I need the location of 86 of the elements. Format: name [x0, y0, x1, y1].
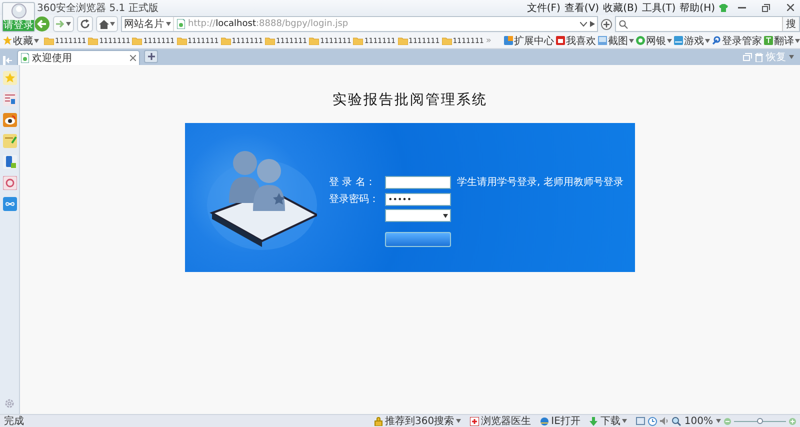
dropdown-icon[interactable]: [580, 22, 587, 26]
newspaper-icon[interactable]: [2, 92, 16, 106]
password-label: 登录密码：: [329, 192, 379, 206]
status-button[interactable]: 下载: [600, 414, 620, 427]
key-icon[interactable]: [712, 36, 721, 45]
menu-item[interactable]: 收藏(B): [603, 0, 638, 14]
toolbar-item[interactable]: 翻译: [774, 34, 794, 48]
medical-kit-icon[interactable]: [470, 416, 480, 426]
sidebar-toggle-icon[interactable]: [3, 56, 13, 65]
home-button[interactable]: [96, 16, 118, 32]
tab-title: 欢迎使用: [32, 52, 72, 65]
site-card-button[interactable]: 网站名片: [124, 17, 164, 31]
login-button[interactable]: [385, 232, 451, 247]
page-icon: [177, 19, 185, 29]
search-field[interactable]: 搜: [615, 16, 800, 32]
login-hint: 学生请用学号登录, 老师用教师号登录: [457, 176, 624, 189]
menu-item[interactable]: 帮助(H): [680, 0, 715, 14]
toolbar-item[interactable]: 扩展中心: [514, 34, 554, 48]
status-button[interactable]: IE打开: [551, 414, 580, 427]
page-heading: 实验报告批阅管理系统: [332, 91, 488, 109]
password-field[interactable]: •••••: [385, 192, 451, 206]
star-icon[interactable]: [2, 71, 16, 85]
status-text: 完成: [4, 414, 24, 427]
settings-icon[interactable]: [5, 399, 14, 408]
restore-icon[interactable]: [762, 4, 770, 12]
menu-item[interactable]: 工具(T): [642, 0, 676, 14]
zoom-slider-thumb[interactable]: [757, 418, 763, 424]
address-bar[interactable]: 网站名片 http://localhost:8888/bgpy/login.jsp: [121, 16, 598, 32]
go-icon[interactable]: [590, 21, 595, 27]
eye-icon[interactable]: [2, 113, 16, 127]
caret-icon[interactable]: [66, 22, 71, 26]
folder-icon[interactable]: [353, 36, 364, 44]
folder-icon[interactable]: [264, 36, 275, 44]
folder-icon[interactable]: [220, 36, 231, 44]
status-button[interactable]: 推荐到360搜索: [385, 414, 454, 427]
zoom-icon[interactable]: [672, 416, 682, 426]
username-field[interactable]: [385, 176, 451, 188]
status-button[interactable]: 浏览器医生: [481, 414, 532, 427]
new-tab-button[interactable]: [144, 50, 158, 63]
picture-icon[interactable]: [598, 36, 607, 45]
minimize-icon[interactable]: [738, 6, 746, 8]
toolbar-item[interactable]: 我喜欢: [566, 34, 596, 48]
username-label: 登 录 名：: [329, 176, 376, 189]
avatar-icon: [10, 3, 26, 19]
menu-item[interactable]: 查看(V): [564, 0, 600, 14]
caret-icon[interactable]: [166, 22, 171, 26]
clock-icon[interactable]: [648, 416, 658, 426]
search-button[interactable]: 搜: [782, 17, 799, 31]
plus-icon[interactable]: [148, 53, 154, 60]
close-icon[interactable]: [130, 55, 136, 61]
forward-button[interactable]: [53, 16, 74, 32]
menu-item[interactable]: 文件(F): [526, 0, 560, 14]
caret-icon[interactable]: [443, 214, 448, 218]
folder-icon[interactable]: [132, 36, 142, 44]
caret-icon[interactable]: [110, 22, 115, 26]
notepad-icon[interactable]: [2, 134, 16, 148]
search-icon: [619, 20, 628, 28]
phone-icon[interactable]: [2, 155, 16, 169]
toolbar-item[interactable]: 网银: [646, 34, 666, 48]
refresh-icon[interactable]: [80, 19, 90, 29]
window-title: 360安全浏览器 5.1 正式版: [37, 2, 158, 14]
folder-icon[interactable]: [442, 36, 452, 44]
star-icon[interactable]: [3, 36, 12, 45]
zoom-level[interactable]: 100%: [684, 416, 713, 426]
shirt-icon[interactable]: [719, 4, 728, 12]
close-icon[interactable]: [786, 4, 794, 11]
folder-icon[interactable]: [176, 36, 187, 44]
speaker-icon[interactable]: [660, 417, 670, 425]
lock-icon[interactable]: [374, 416, 384, 426]
folder-icon[interactable]: [44, 36, 54, 44]
window-icon[interactable]: [636, 417, 646, 425]
folder-icon[interactable]: [88, 36, 98, 44]
folder-icon[interactable]: [398, 36, 408, 44]
toolbar-item[interactable]: 截图: [608, 34, 628, 48]
toolbar-item[interactable]: 登录管家: [722, 34, 762, 48]
url-text[interactable]: http://localhost:8888/bgpy/login.jsp: [188, 19, 348, 29]
folder-icon[interactable]: [309, 36, 320, 44]
toolbar-item[interactable]: 游戏: [684, 34, 704, 48]
browser-tab[interactable]: 欢迎使用: [17, 50, 140, 65]
home-icon[interactable]: [99, 20, 109, 28]
translate-icon[interactable]: [764, 36, 773, 45]
infinity-icon[interactable]: [2, 197, 16, 211]
refresh-button[interactable]: [77, 16, 93, 32]
download-icon[interactable]: [589, 416, 598, 426]
page-icon: [21, 53, 29, 63]
favorites-button[interactable]: 收藏: [13, 34, 33, 48]
